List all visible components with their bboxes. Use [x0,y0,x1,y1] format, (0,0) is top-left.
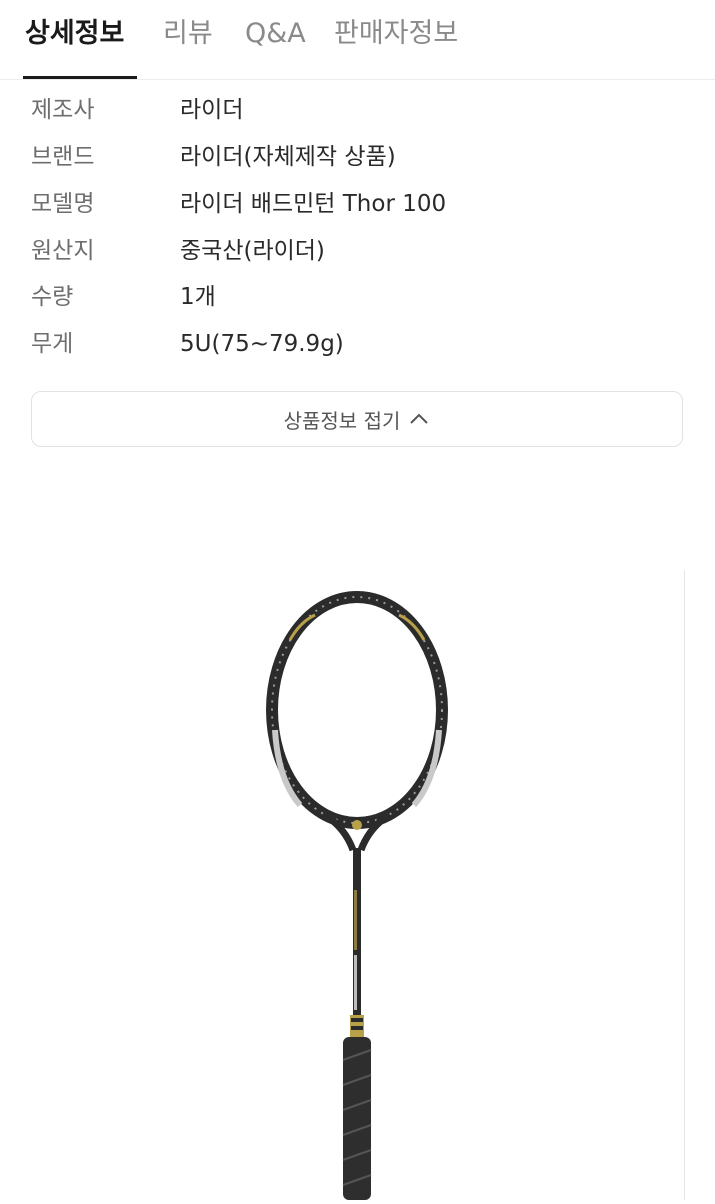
spec-value: 5U(75~79.9g) [180,331,344,357]
tab-bar: 상세정보 리뷰 Q&A 판매자정보 [0,0,715,80]
spec-value: 라이더 [180,97,244,123]
spec-row-quantity: 수량 1개 [0,277,715,317]
spec-row-manufacturer: 제조사 라이더 [0,90,715,130]
spec-value: 라이더(자체제작 상품) [180,144,396,170]
spec-key: 제조사 [31,97,95,123]
spec-key: 브랜드 [31,144,95,170]
spec-row-model: 모델명 라이더 배드민턴 Thor 100 [0,184,715,224]
tab-seller-info[interactable]: 판매자정보 [334,14,458,54]
tab-detail-info[interactable]: 상세정보 [25,14,124,54]
spec-value: 라이더 배드민턴 Thor 100 [180,191,447,217]
tab-qna[interactable]: Q&A [245,14,306,54]
spec-key: 모델명 [31,191,95,217]
image-edge-divider [684,570,685,1200]
spec-value: 1개 [180,284,216,310]
spec-key: 무게 [31,331,74,357]
spec-row-origin: 원산지 중국산(라이더) [0,231,715,271]
collapse-button-label: 상품정보 접기 [283,408,401,433]
tab-reviews[interactable]: 리뷰 [163,14,213,54]
spec-row-weight: 무게 5U(75~79.9g) [0,324,715,364]
product-image-racket [0,560,715,1200]
tab-bar-divider [0,79,715,80]
spec-key: 원산지 [31,238,95,264]
spec-row-brand: 브랜드 라이더(자체제작 상품) [0,137,715,177]
collapse-product-info-button[interactable]: 상품정보 접기 [31,391,683,447]
spec-value: 중국산(라이더) [180,238,325,264]
spec-key: 수량 [31,284,74,310]
chevron-up-icon [408,408,430,430]
